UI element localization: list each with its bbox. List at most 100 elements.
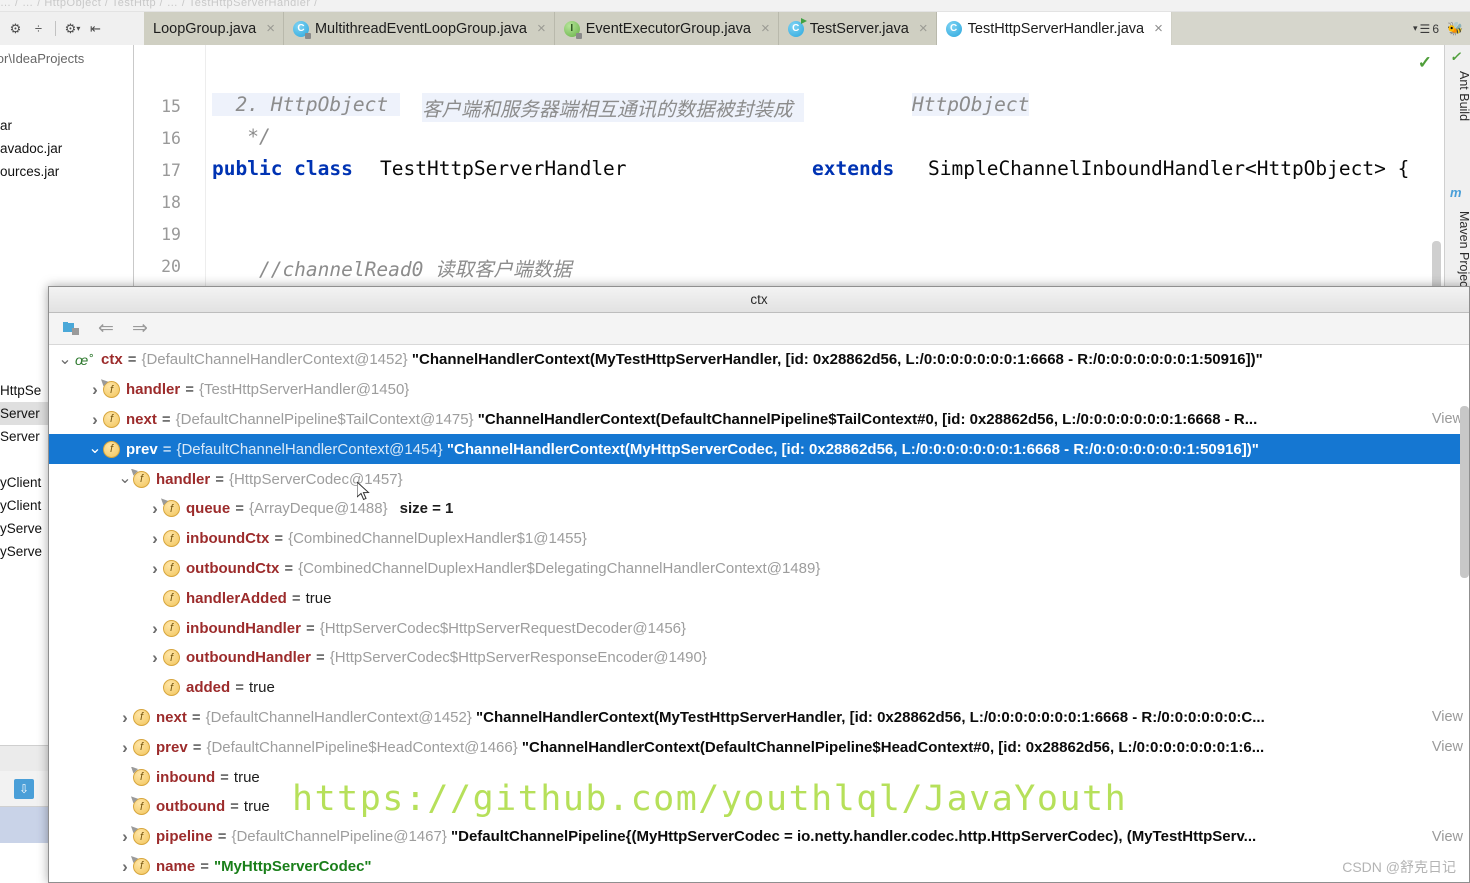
view-link[interactable]: View xyxy=(1432,709,1463,725)
tree-row-content: inboundCtx = {CombinedChannelDuplexHandler… xyxy=(186,530,1459,547)
tree-row[interactable]: › f inboundHandler = {HttpServerCodec$HttpSe… xyxy=(49,613,1469,643)
tab-eventexecutorgroup[interactable]: I EventExecutorGroup.java × xyxy=(554,12,779,45)
variables-tree[interactable]: ⌄ œ˚ ctx = {DefaultChannelHandlerContext@145… xyxy=(49,345,1469,882)
expand-collapse-icon[interactable]: ⇤ xyxy=(87,20,104,37)
tree-row[interactable]: ⌄ f prev = {DefaultChannelHandlerContext@145… xyxy=(49,434,1469,465)
tree-row[interactable]: › f handler = {TestHttpServerHandler@1450} xyxy=(49,375,1469,405)
tree-vertical-scrollbar[interactable] xyxy=(1460,406,1469,578)
tree-row[interactable]: › f prev = {DefaultChannelPipeline$HeadConte… xyxy=(49,732,1469,762)
field-icon: f xyxy=(103,410,120,428)
tool-button-ant-build[interactable]: Ant Build xyxy=(1445,67,1470,121)
field-icon: f xyxy=(133,708,150,726)
equals-sign: = xyxy=(291,589,301,607)
close-icon[interactable]: × xyxy=(266,20,275,37)
chevron-right-icon[interactable]: › xyxy=(147,500,163,517)
view-link[interactable]: View xyxy=(1432,829,1463,845)
divide-icon[interactable]: ÷ xyxy=(30,20,47,37)
tree-row-content: handlerAdded = true xyxy=(186,590,1459,607)
dialog-title-bar[interactable]: ctx xyxy=(49,287,1469,313)
variable-ref: {HttpServerCodec@1457} xyxy=(228,470,403,488)
inspection-ok-icon[interactable]: ✓ xyxy=(1418,53,1432,73)
tree-row[interactable]: f added = true xyxy=(49,673,1469,703)
download-icon[interactable]: ⇩ xyxy=(14,779,34,799)
project-path: trator\IdeaProjects xyxy=(0,51,85,66)
tab-multithreadeventloopgroup[interactable]: C MultithreadEventLoopGroup.java × xyxy=(283,12,555,45)
tab-testserver[interactable]: C TestServer.java × xyxy=(778,12,937,45)
chevron-right-icon[interactable]: › xyxy=(147,530,163,547)
variable-name: inbound xyxy=(156,768,216,786)
tree-row[interactable]: › f next = {DefaultChannelPipeline$TailConte… xyxy=(49,405,1469,435)
close-icon[interactable]: × xyxy=(1154,20,1163,37)
field-icon: f xyxy=(163,589,180,607)
chevron-right-icon[interactable]: › xyxy=(147,649,163,666)
variable-name: prev xyxy=(156,738,188,756)
close-icon[interactable]: × xyxy=(537,20,546,37)
view-link[interactable]: View xyxy=(1432,411,1463,427)
variable-value: true xyxy=(248,679,275,697)
chevron-down-icon[interactable]: ⌄ xyxy=(117,471,133,487)
close-icon[interactable]: × xyxy=(761,20,770,37)
tab-list-dropdown[interactable]: ▾ ☰ 6 xyxy=(1409,21,1443,37)
tree-row[interactable]: ⌄ f handler = {HttpServerCodec@1457} xyxy=(49,464,1469,494)
project-item[interactable]: ar xyxy=(0,114,133,137)
tree-row[interactable]: › f name = "MyHttpServerCodec" xyxy=(49,852,1469,882)
tab-label: MultithreadEventLoopGroup.java xyxy=(314,20,527,37)
variable-value: "ChannelHandlerContext(MyTestHttpServerH… xyxy=(471,708,1265,726)
back-arrow-icon[interactable]: ⇐ xyxy=(95,318,117,340)
tree-row[interactable]: › f queue = {ArrayDeque@1488} size = 1 xyxy=(49,494,1469,524)
code-line-17-name: TestHttpServerHandler xyxy=(380,157,639,180)
chevron-right-icon[interactable]: › xyxy=(87,411,103,428)
view-link[interactable]: View xyxy=(1432,739,1463,755)
variable-value: "DefaultChannelPipeline{(MyHttpServerCod… xyxy=(446,828,1257,846)
tree-row[interactable]: › f next = {DefaultChannelHandlerContext@145… xyxy=(49,703,1469,733)
chevron-down-icon[interactable]: ⌄ xyxy=(87,441,103,457)
tree-row-content: ctx = {DefaultChannelHandlerContext@1452} … xyxy=(101,351,1459,368)
equals-sign: = xyxy=(306,619,315,637)
tree-row[interactable]: f handlerAdded = true xyxy=(49,583,1469,613)
code-line-15-tail: HttpObject xyxy=(912,93,1030,116)
close-icon[interactable]: × xyxy=(919,20,928,37)
variable-name: pipeline xyxy=(156,828,213,846)
toolbar-divider xyxy=(55,21,56,36)
chevron-right-icon[interactable]: › xyxy=(87,381,103,398)
inspect-icon[interactable] xyxy=(61,318,83,340)
code-line-17-super: SimpleChannelInboundHandler<HttpObject> … xyxy=(928,157,1410,180)
tree-row[interactable]: › f outboundHandler = {HttpServerCodec$HttpS… xyxy=(49,643,1469,673)
collection-size: size = 1 xyxy=(399,500,454,518)
tree-row[interactable]: ⌄ œ˚ ctx = {DefaultChannelHandlerContext@145… xyxy=(49,345,1469,375)
chevron-right-icon[interactable]: › xyxy=(147,560,163,577)
variable-name: handler xyxy=(126,381,181,399)
chevron-right-icon[interactable]: › xyxy=(117,739,133,756)
chevron-down-icon[interactable]: ⌄ xyxy=(57,351,73,367)
gear-dropdown-icon[interactable]: ⚙ ▾ xyxy=(64,20,81,37)
equals-sign: = xyxy=(215,470,224,488)
bug-icon[interactable]: 🐝 xyxy=(1447,20,1464,37)
chevron-right-icon[interactable]: › xyxy=(117,858,133,875)
settings-gear-icon[interactable]: ⚙ xyxy=(7,20,24,37)
forward-arrow-icon[interactable]: ⇒ xyxy=(129,318,151,340)
field-icon: f xyxy=(163,649,180,667)
tree-row-content: next = {DefaultChannelPipeline$TailContext… xyxy=(126,411,1459,428)
tree-row[interactable]: › f outboundCtx = {CombinedChannelDuplexHand… xyxy=(49,554,1469,584)
equals-sign: = xyxy=(185,381,194,399)
variable-inspect-dialog[interactable]: ctx ⇐ ⇒ ⌄ œ˚ ctx = {DefaultChannelHandlerCon… xyxy=(48,286,1470,883)
chevron-right-icon[interactable]: › xyxy=(147,620,163,637)
equals-sign: = xyxy=(235,679,244,697)
project-item[interactable]: ources.jar xyxy=(0,160,133,183)
tree-row-content: name = "MyHttpServerCodec" xyxy=(156,858,1459,875)
tab-label: TestServer.java xyxy=(809,20,909,37)
tab-testhttpserverhandler[interactable]: C TestHttpServerHandler.java × xyxy=(936,12,1172,45)
tree-row[interactable]: › f inboundCtx = {CombinedChannelDuplexHandl… xyxy=(49,524,1469,554)
project-item[interactable]: avadoc.jar xyxy=(0,137,133,160)
tab-loopgroup[interactable]: LoopGroup.java × xyxy=(144,12,284,45)
tree-row[interactable]: f outbound = true xyxy=(49,792,1469,822)
code-line-20: //channelRead0 读取客户端数据 xyxy=(212,258,572,281)
tree-row[interactable]: › f pipeline = {DefaultChannelPipeline@1467}… xyxy=(49,822,1469,852)
chevron-right-icon[interactable]: › xyxy=(117,828,133,845)
variable-value: true xyxy=(233,768,260,786)
chevron-right-icon[interactable]: › xyxy=(117,709,133,726)
screenshot-root: … / … / HttpObject / TestHttp / … / Test… xyxy=(0,0,1470,883)
tree-row[interactable]: f inbound = true xyxy=(49,762,1469,792)
tool-button-maven-projects[interactable]: Maven Projects xyxy=(1445,207,1470,297)
equals-sign: = xyxy=(274,530,284,548)
